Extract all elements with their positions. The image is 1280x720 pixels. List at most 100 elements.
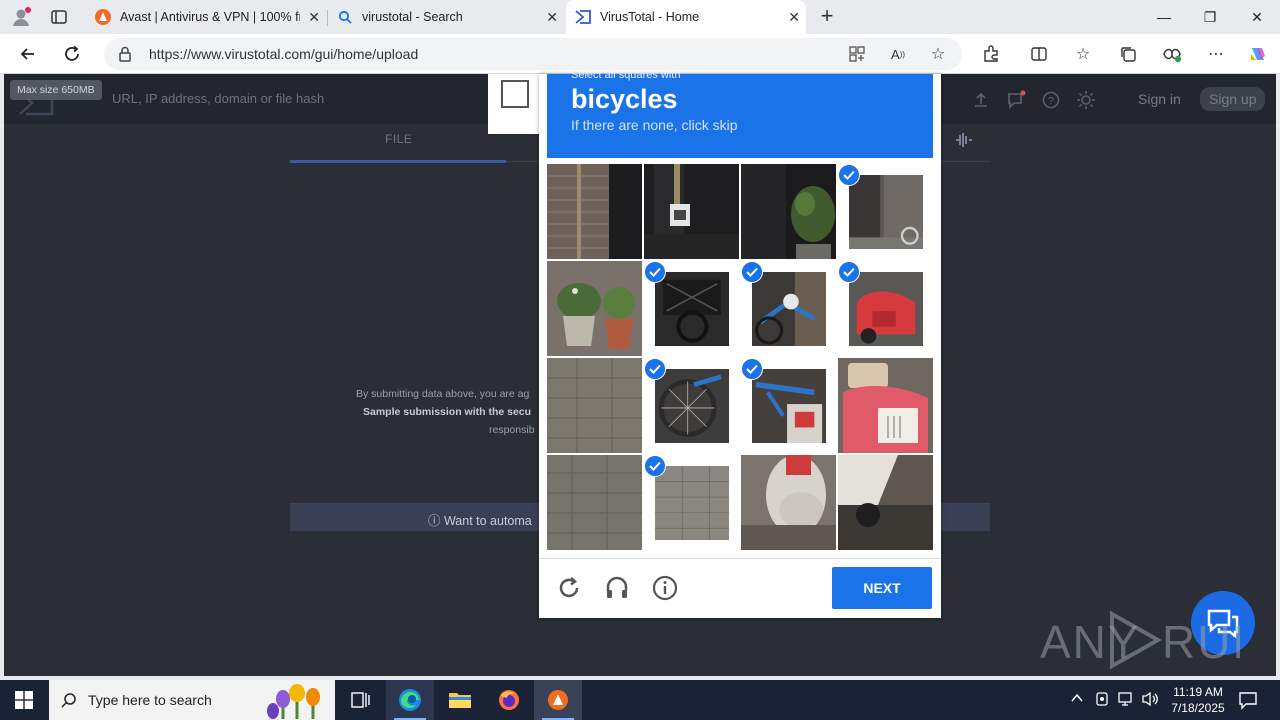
selected-check-icon [644,358,666,380]
reload-challenge-icon[interactable] [555,574,583,602]
tab-bar: Avast | Antivirus & VPN | 100% free ✕ vi… [0,0,1280,34]
close-window-button[interactable]: ✕ [1234,0,1280,34]
tab-actions-icon[interactable] [50,8,68,26]
captcha-tile[interactable] [547,261,642,356]
disclaimer-text-3: responsib [489,424,535,436]
captcha-tile[interactable] [547,455,642,550]
lock-icon[interactable] [118,46,132,67]
challenge-header: Select all squares with bicycles If ther… [547,69,933,158]
captcha-tile[interactable] [547,164,642,259]
captcha-tile-selected[interactable] [644,358,739,453]
svg-text:RUN: RUN [1162,616,1240,668]
audio-challenge-icon[interactable] [603,574,631,602]
file-explorer-icon[interactable] [436,680,484,720]
profile-icon[interactable] [10,6,32,28]
selected-check-icon [644,455,666,477]
task-view-icon[interactable] [336,680,384,720]
url-field[interactable]: https://www.virustotal.com/gui/home/uplo… [104,38,962,70]
captcha-tile-selected[interactable] [838,261,933,356]
recaptcha-checkbox[interactable] [501,80,529,108]
challenge-target-word: bicycles [571,84,678,114]
captcha-tile[interactable] [547,358,642,453]
avast-taskbar-icon[interactable] [534,680,582,720]
captcha-tile-selected[interactable] [741,261,836,356]
recaptcha-challenge: Select all squares with bicycles If ther… [539,69,941,618]
selected-check-icon [741,358,763,380]
firefox-icon[interactable] [485,680,533,720]
tab-title: Avast | Antivirus & VPN | 100% free [120,10,300,24]
edge-taskbar-icon[interactable] [386,680,434,720]
anyrun-watermark-logo: ANY RUN [1040,608,1266,672]
windows-taskbar: Type here to search 11:19 AM 7/18/2025 [0,680,1280,720]
svg-text:?: ? [1048,96,1054,107]
automate-banner-text: ⓘ Want to automa [428,514,532,528]
copilot-icon[interactable] [1246,42,1270,66]
search-input[interactable]: URL, IP address, domain or file hash [112,91,324,106]
sign-up-button[interactable]: Sign up [1200,87,1266,111]
minimize-button[interactable]: — [1141,0,1187,34]
captcha-tile[interactable] [838,455,933,550]
captcha-tile-selected[interactable] [644,261,739,356]
challenge-skip-hint: If there are none, click skip [571,117,738,133]
clock-time: 11:19 AM [1173,685,1223,699]
captcha-tile-selected[interactable] [838,164,933,259]
more-options-icon[interactable]: ⋯ [1204,42,1228,66]
info-icon[interactable] [651,574,679,602]
split-screen-icon[interactable] [1027,42,1051,66]
challenge-grid [547,164,934,551]
captcha-tile[interactable] [741,164,836,259]
browser-essentials-icon[interactable] [1160,42,1184,66]
active-tab-indicator [290,160,506,163]
search-tab-icon[interactable] [954,130,974,150]
close-tab-icon[interactable]: ✕ [308,9,320,26]
security-tray-icon[interactable] [1094,691,1110,712]
captcha-tile[interactable] [838,358,933,453]
start-button[interactable] [0,680,48,720]
virustotal-icon [574,8,592,26]
volume-icon[interactable] [1141,691,1159,712]
notifications-icon[interactable] [1006,90,1026,110]
help-icon[interactable]: ? [1041,90,1061,110]
tab-search[interactable]: virustotal - Search ✕ [328,0,564,34]
tab-file[interactable]: FILE [385,132,412,146]
challenge-footer-divider [539,558,941,559]
captcha-tile[interactable] [741,455,836,550]
network-icon[interactable] [1117,691,1135,712]
tab-avast[interactable]: Avast | Antivirus & VPN | 100% free ✕ [86,0,326,34]
app-available-icon[interactable] [845,42,869,66]
sign-in-link[interactable]: Sign in [1138,91,1181,107]
flowers-icon [263,683,333,720]
next-button[interactable]: NEXT [832,567,932,609]
favorites-icon[interactable]: ☆ [1071,42,1095,66]
close-tab-icon[interactable]: ✕ [546,9,558,26]
theme-toggle-icon[interactable] [1076,90,1096,110]
selected-check-icon [741,261,763,283]
search-icon [61,692,77,713]
show-hidden-icons[interactable] [1070,691,1084,708]
max-size-tooltip: Max size 650MB [10,80,102,100]
notifications-center-icon[interactable] [1238,690,1258,715]
upload-icon[interactable] [971,90,991,110]
refresh-icon[interactable] [60,42,84,66]
captcha-tile[interactable] [644,164,739,259]
url-text: https://www.virustotal.com/gui/home/uplo… [149,46,419,62]
back-icon[interactable] [16,42,40,66]
disclaimer-text: By submitting data above, you are ag [356,388,530,400]
collections-icon[interactable] [1116,42,1140,66]
restore-button[interactable]: ❐ [1187,0,1233,34]
close-tab-icon[interactable]: ✕ [788,9,800,26]
search-icon [336,8,354,26]
taskbar-search-placeholder: Type here to search [88,692,212,708]
captcha-tile-selected[interactable] [644,455,739,550]
favorite-star-icon[interactable]: ☆ [926,42,950,66]
system-clock[interactable]: 11:19 AM 7/18/2025 [1160,684,1236,716]
extensions-icon[interactable] [979,42,1003,66]
captcha-tile-selected[interactable] [741,358,836,453]
disclaimer-bold-text: Sample submission with the secu [363,406,532,418]
selected-check-icon [644,261,666,283]
selected-check-icon [838,261,860,283]
new-tab-button[interactable]: + [816,5,838,28]
taskbar-search-box[interactable]: Type here to search [49,680,335,720]
read-aloud-icon[interactable]: A)) [886,42,910,66]
tab-virustotal[interactable]: VirusTotal - Home ✕ [566,0,806,34]
